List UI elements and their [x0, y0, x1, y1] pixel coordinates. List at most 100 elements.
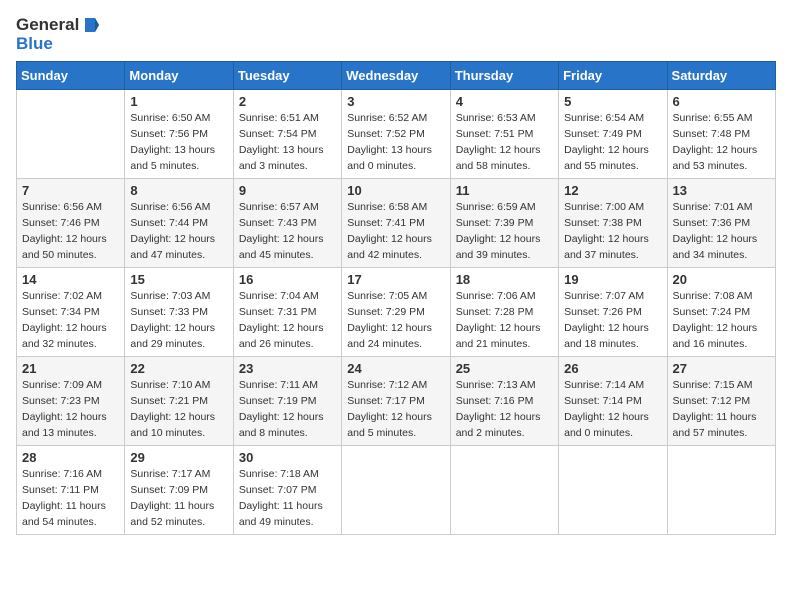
calendar-cell: 12 Sunrise: 7:00 AMSunset: 7:38 PMDayligh… [559, 179, 667, 268]
day-number: 22 [130, 361, 227, 376]
day-info: Sunrise: 7:17 AMSunset: 7:09 PMDaylight:… [130, 467, 227, 530]
calendar-cell: 3 Sunrise: 6:52 AMSunset: 7:52 PMDaylight… [342, 90, 450, 179]
calendar-cell: 8 Sunrise: 6:56 AMSunset: 7:44 PMDaylight… [125, 179, 233, 268]
logo-blue: Blue [16, 34, 53, 53]
calendar-cell: 17 Sunrise: 7:05 AMSunset: 7:29 PMDayligh… [342, 268, 450, 357]
weekday-header-row: SundayMondayTuesdayWednesdayThursdayFrid… [17, 62, 776, 90]
day-number: 26 [564, 361, 661, 376]
day-number: 6 [673, 94, 770, 109]
calendar-cell: 5 Sunrise: 6:54 AMSunset: 7:49 PMDaylight… [559, 90, 667, 179]
calendar-week-row: 7 Sunrise: 6:56 AMSunset: 7:46 PMDaylight… [17, 179, 776, 268]
day-number: 30 [239, 450, 336, 465]
weekday-header-cell: Tuesday [233, 62, 341, 90]
calendar-week-row: 21 Sunrise: 7:09 AMSunset: 7:23 PMDayligh… [17, 357, 776, 446]
weekday-header-cell: Thursday [450, 62, 558, 90]
calendar-cell: 15 Sunrise: 7:03 AMSunset: 7:33 PMDayligh… [125, 268, 233, 357]
calendar-cell: 30 Sunrise: 7:18 AMSunset: 7:07 PMDayligh… [233, 446, 341, 535]
day-number: 8 [130, 183, 227, 198]
day-info: Sunrise: 7:10 AMSunset: 7:21 PMDaylight:… [130, 378, 227, 441]
day-info: Sunrise: 7:05 AMSunset: 7:29 PMDaylight:… [347, 289, 444, 352]
day-number: 25 [456, 361, 553, 376]
day-info: Sunrise: 7:03 AMSunset: 7:33 PMDaylight:… [130, 289, 227, 352]
day-number: 17 [347, 272, 444, 287]
logo-flag-icon [81, 16, 99, 34]
day-info: Sunrise: 6:59 AMSunset: 7:39 PMDaylight:… [456, 200, 553, 263]
calendar-cell: 23Sunrise: 7:11 AMSunset: 7:19 PMDayligh… [233, 357, 341, 446]
calendar-cell: 9Sunrise: 6:57 AMSunset: 7:43 PMDaylight… [233, 179, 341, 268]
logo: General Blue [16, 16, 99, 53]
calendar-cell: 16 Sunrise: 7:04 AMSunset: 7:31 PMDayligh… [233, 268, 341, 357]
day-info: Sunrise: 6:57 AMSunset: 7:43 PMDaylight:… [239, 200, 336, 263]
calendar-cell: 27 Sunrise: 7:15 AMSunset: 7:12 PMDayligh… [667, 357, 775, 446]
day-info: Sunrise: 6:54 AMSunset: 7:49 PMDaylight:… [564, 111, 661, 174]
weekday-header-cell: Friday [559, 62, 667, 90]
day-number: 10 [347, 183, 444, 198]
day-info: Sunrise: 7:01 AMSunset: 7:36 PMDaylight:… [673, 200, 770, 263]
day-info: Sunrise: 7:11 AMSunset: 7:19 PMDaylight:… [239, 378, 336, 441]
day-number: 28 [22, 450, 119, 465]
day-info: Sunrise: 6:58 AMSunset: 7:41 PMDaylight:… [347, 200, 444, 263]
calendar-cell: 18 Sunrise: 7:06 AMSunset: 7:28 PMDayligh… [450, 268, 558, 357]
day-info: Sunrise: 7:06 AMSunset: 7:28 PMDaylight:… [456, 289, 553, 352]
calendar-cell: 11 Sunrise: 6:59 AMSunset: 7:39 PMDayligh… [450, 179, 558, 268]
weekday-header-cell: Sunday [17, 62, 125, 90]
day-number: 12 [564, 183, 661, 198]
day-number: 19 [564, 272, 661, 287]
calendar-cell: 19 Sunrise: 7:07 AMSunset: 7:26 PMDayligh… [559, 268, 667, 357]
calendar-week-row: 1Sunrise: 6:50 AMSunset: 7:56 PMDaylight… [17, 90, 776, 179]
calendar-cell: 2 Sunrise: 6:51 AMSunset: 7:54 PMDaylight… [233, 90, 341, 179]
day-info: Sunrise: 6:56 AMSunset: 7:44 PMDaylight:… [130, 200, 227, 263]
calendar-table: SundayMondayTuesdayWednesdayThursdayFrid… [16, 61, 776, 535]
day-info: Sunrise: 7:18 AMSunset: 7:07 PMDaylight:… [239, 467, 336, 530]
day-info: Sunrise: 6:52 AMSunset: 7:52 PMDaylight:… [347, 111, 444, 174]
day-info: Sunrise: 7:04 AMSunset: 7:31 PMDaylight:… [239, 289, 336, 352]
calendar-cell: 4Sunrise: 6:53 AMSunset: 7:51 PMDaylight… [450, 90, 558, 179]
weekday-header-cell: Wednesday [342, 62, 450, 90]
day-number: 15 [130, 272, 227, 287]
day-info: Sunrise: 7:02 AMSunset: 7:34 PMDaylight:… [22, 289, 119, 352]
day-number: 5 [564, 94, 661, 109]
weekday-header-cell: Saturday [667, 62, 775, 90]
day-info: Sunrise: 7:08 AMSunset: 7:24 PMDaylight:… [673, 289, 770, 352]
calendar-cell: 21 Sunrise: 7:09 AMSunset: 7:23 PMDayligh… [17, 357, 125, 446]
day-info: Sunrise: 6:55 AMSunset: 7:48 PMDaylight:… [673, 111, 770, 174]
calendar-cell: 14Sunrise: 7:02 AMSunset: 7:34 PMDayligh… [17, 268, 125, 357]
calendar-cell: 20 Sunrise: 7:08 AMSunset: 7:24 PMDayligh… [667, 268, 775, 357]
day-info: Sunrise: 7:14 AMSunset: 7:14 PMDaylight:… [564, 378, 661, 441]
calendar-cell [559, 446, 667, 535]
day-info: Sunrise: 6:51 AMSunset: 7:54 PMDaylight:… [239, 111, 336, 174]
calendar-cell: 1Sunrise: 6:50 AMSunset: 7:56 PMDaylight… [125, 90, 233, 179]
day-number: 29 [130, 450, 227, 465]
day-number: 20 [673, 272, 770, 287]
day-number: 4 [456, 94, 553, 109]
calendar-cell [17, 90, 125, 179]
day-number: 7 [22, 183, 119, 198]
day-info: Sunrise: 7:12 AMSunset: 7:17 PMDaylight:… [347, 378, 444, 441]
day-info: Sunrise: 7:15 AMSunset: 7:12 PMDaylight:… [673, 378, 770, 441]
day-number: 21 [22, 361, 119, 376]
day-number: 18 [456, 272, 553, 287]
calendar-cell: 24 Sunrise: 7:12 AMSunset: 7:17 PMDayligh… [342, 357, 450, 446]
day-number: 2 [239, 94, 336, 109]
logo-general: General [16, 16, 79, 35]
calendar-cell: 26 Sunrise: 7:14 AMSunset: 7:14 PMDayligh… [559, 357, 667, 446]
calendar-cell: 10 Sunrise: 6:58 AMSunset: 7:41 PMDayligh… [342, 179, 450, 268]
calendar-cell: 22 Sunrise: 7:10 AMSunset: 7:21 PMDayligh… [125, 357, 233, 446]
day-number: 11 [456, 183, 553, 198]
calendar-cell [342, 446, 450, 535]
day-number: 3 [347, 94, 444, 109]
calendar-cell: 28 Sunrise: 7:16 AMSunset: 7:11 PMDayligh… [17, 446, 125, 535]
day-number: 24 [347, 361, 444, 376]
day-info: Sunrise: 7:00 AMSunset: 7:38 PMDaylight:… [564, 200, 661, 263]
day-info: Sunrise: 7:09 AMSunset: 7:23 PMDaylight:… [22, 378, 119, 441]
day-info: Sunrise: 7:13 AMSunset: 7:16 PMDaylight:… [456, 378, 553, 441]
day-number: 27 [673, 361, 770, 376]
calendar-week-row: 14Sunrise: 7:02 AMSunset: 7:34 PMDayligh… [17, 268, 776, 357]
page-header: General Blue [16, 16, 776, 53]
day-info: Sunrise: 7:07 AMSunset: 7:26 PMDaylight:… [564, 289, 661, 352]
day-info: Sunrise: 6:56 AMSunset: 7:46 PMDaylight:… [22, 200, 119, 263]
day-info: Sunrise: 7:16 AMSunset: 7:11 PMDaylight:… [22, 467, 119, 530]
day-number: 16 [239, 272, 336, 287]
calendar-week-row: 28 Sunrise: 7:16 AMSunset: 7:11 PMDayligh… [17, 446, 776, 535]
calendar-body: 1Sunrise: 6:50 AMSunset: 7:56 PMDaylight… [17, 90, 776, 535]
